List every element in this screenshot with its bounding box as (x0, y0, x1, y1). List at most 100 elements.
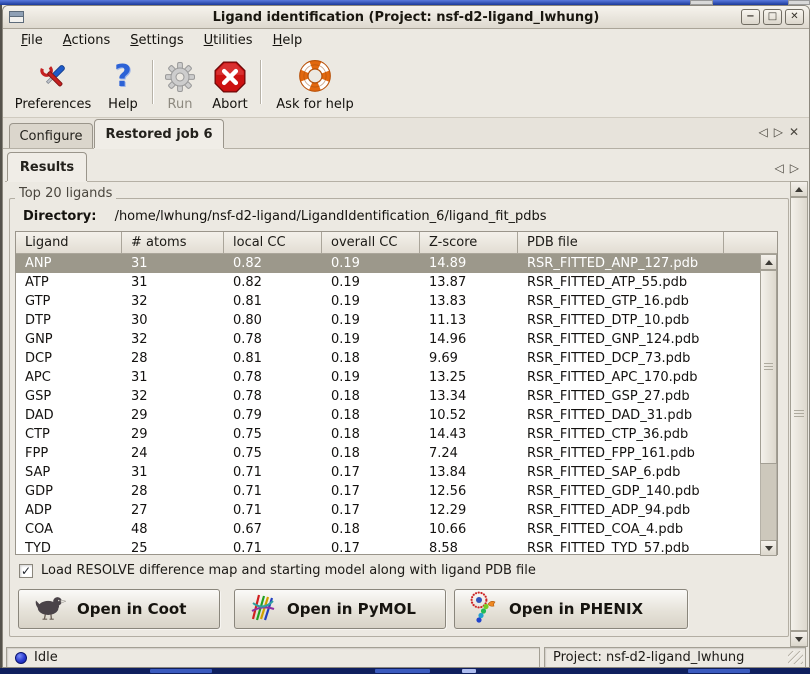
cell-z-score: 7.24 (420, 446, 518, 461)
panel-scroll-down-icon[interactable] (790, 631, 808, 647)
cell-z-score: 12.29 (420, 503, 518, 518)
cell-atoms: 28 (122, 351, 224, 366)
table-row[interactable]: ATP 31 0.82 0.19 13.87 RSR_FITTED_ATP_55… (16, 273, 760, 292)
cell-local-cc: 0.82 (224, 256, 322, 271)
cell-atoms: 32 (122, 332, 224, 347)
cell-pdb-file: RSR_FITTED_GTP_16.pdb (518, 294, 748, 309)
panel-scrollbar[interactable] (790, 181, 808, 647)
table-row[interactable]: ANP 31 0.82 0.19 14.89 RSR_FITTED_ANP_12… (16, 254, 760, 273)
table-row[interactable]: CTP 29 0.75 0.18 14.43 RSR_FITTED_CTP_36… (16, 425, 760, 444)
header-atoms[interactable]: # atoms (122, 232, 224, 254)
panel-scroll-up-icon[interactable] (790, 181, 808, 197)
stop-x-icon (213, 58, 247, 96)
cell-pdb-file: RSR_FITTED_DAD_31.pdb (518, 408, 748, 423)
scrollbar-trough[interactable] (760, 464, 777, 540)
open-in-phenix-button[interactable]: Open in PHENIX (454, 589, 688, 629)
cell-local-cc: 0.75 (224, 446, 322, 461)
cell-overall-cc: 0.19 (322, 256, 420, 271)
phenix-logo-icon (467, 590, 501, 628)
load-map-checkbox[interactable]: ✓ (19, 564, 33, 578)
cell-ligand: CTP (16, 427, 122, 442)
cell-z-score: 14.96 (420, 332, 518, 347)
table-row[interactable]: DCP 28 0.81 0.18 9.69 RSR_FITTED_DCP_73.… (16, 349, 760, 368)
close-button[interactable]: ✕ (785, 9, 804, 25)
table-scrollbar[interactable] (760, 254, 777, 556)
cell-overall-cc: 0.19 (322, 332, 420, 347)
cell-z-score: 9.69 (420, 351, 518, 366)
open-in-coot-button[interactable]: Open in Coot (18, 589, 220, 629)
results-scroll-left-icon[interactable]: ◁ (775, 162, 784, 174)
tab-results[interactable]: Results (7, 152, 87, 181)
cell-pdb-file: RSR_FITTED_DTP_10.pdb (518, 313, 748, 328)
directory-line: Directory: /home/lwhung/nsf-d2-ligand/Li… (23, 209, 547, 224)
status-text: Idle (34, 650, 58, 665)
table-row[interactable]: TYD 25 0.71 0.17 8.58 RSR_FITTED_TYD_57.… (16, 539, 760, 554)
cell-ligand: GSP (16, 389, 122, 404)
cell-pdb-file: RSR_FITTED_ADP_94.pdb (518, 503, 748, 518)
header-overall-cc[interactable]: overall CC (322, 232, 420, 254)
cell-z-score: 13.25 (420, 370, 518, 385)
cell-overall-cc: 0.18 (322, 522, 420, 537)
open-in-pymol-button[interactable]: Open in PyMOL (234, 589, 446, 629)
results-scroll-right-icon[interactable]: ▷ (790, 162, 799, 174)
table-row[interactable]: FPP 24 0.75 0.18 7.24 RSR_FITTED_FPP_161… (16, 444, 760, 463)
taskbar-item (462, 669, 476, 673)
directory-label: Directory: (23, 209, 96, 224)
table-row[interactable]: COA 48 0.67 0.18 10.66 RSR_FITTED_COA_4.… (16, 520, 760, 539)
taskbar-item (375, 669, 430, 673)
table-row[interactable]: DTP 30 0.80 0.19 11.13 RSR_FITTED_DTP_10… (16, 311, 760, 330)
tab-restored-job-6[interactable]: Restored job 6 (94, 119, 224, 148)
resize-grip[interactable] (788, 651, 803, 664)
cell-atoms: 25 (122, 541, 224, 554)
ask-for-help-button[interactable]: Ask for help (265, 52, 365, 112)
table-row[interactable]: GNP 32 0.78 0.19 14.96 RSR_FITTED_GNP_12… (16, 330, 760, 349)
cell-ligand: DAD (16, 408, 122, 423)
coot-bird-icon (31, 592, 69, 626)
cell-ligand: GDP (16, 484, 122, 499)
header-ligand[interactable]: Ligand (16, 232, 122, 254)
preferences-button[interactable]: Preferences (9, 52, 97, 112)
table-row[interactable]: APC 31 0.78 0.19 13.25 RSR_FITTED_APC_17… (16, 368, 760, 387)
group-label: Top 20 ligands (15, 186, 116, 201)
menu-actions[interactable]: Actions (53, 30, 121, 51)
scrollbar-thumb[interactable] (760, 270, 777, 464)
tab-scroll-right-icon[interactable]: ▷ (774, 126, 783, 138)
run-button[interactable]: Run (157, 52, 203, 112)
help-button[interactable]: ? Help (97, 52, 149, 112)
cell-local-cc: 0.67 (224, 522, 322, 537)
table-row[interactable]: ADP 27 0.71 0.17 12.29 RSR_FITTED_ADP_94… (16, 501, 760, 520)
titlebar[interactable]: Ligand identification (Project: nsf-d2-l… (3, 6, 809, 29)
menu-help[interactable]: Help (263, 30, 313, 51)
scroll-up-icon[interactable] (760, 254, 777, 270)
cell-pdb-file: RSR_FITTED_FPP_161.pdb (518, 446, 748, 461)
minimize-button[interactable]: − (741, 9, 760, 25)
table-row[interactable]: DAD 29 0.79 0.18 10.52 RSR_FITTED_DAD_31… (16, 406, 760, 425)
abort-button[interactable]: Abort (203, 52, 257, 112)
cell-atoms: 29 (122, 427, 224, 442)
cell-pdb-file: RSR_FITTED_CTP_36.pdb (518, 427, 748, 442)
maximize-button[interactable]: □ (763, 9, 782, 25)
toolbar-separator (152, 60, 154, 104)
cell-z-score: 8.58 (420, 541, 518, 554)
header-pdb-file[interactable]: PDB file (518, 232, 724, 254)
table-row[interactable]: GTP 32 0.81 0.19 13.83 RSR_FITTED_GTP_16… (16, 292, 760, 311)
tab-close-icon[interactable]: ✕ (789, 126, 799, 138)
header-z-score[interactable]: Z-score (420, 232, 518, 254)
table-row[interactable]: SAP 31 0.71 0.17 13.84 RSR_FITTED_SAP_6.… (16, 463, 760, 482)
table-row[interactable]: GDP 28 0.71 0.17 12.56 RSR_FITTED_GDP_14… (16, 482, 760, 501)
menu-file[interactable]: File (11, 30, 53, 51)
cell-ligand: FPP (16, 446, 122, 461)
menu-settings[interactable]: Settings (120, 30, 193, 51)
menu-utilities[interactable]: Utilities (194, 30, 263, 51)
cell-ligand: GNP (16, 332, 122, 347)
project-text: Project: nsf-d2-ligand_lwhung (553, 650, 744, 665)
question-mark-icon: ? (114, 58, 131, 96)
tab-scroll-left-icon[interactable]: ◁ (758, 126, 767, 138)
cell-atoms: 31 (122, 275, 224, 290)
scroll-down-icon[interactable] (760, 540, 777, 556)
cell-local-cc: 0.82 (224, 275, 322, 290)
tab-configure[interactable]: Configure (9, 123, 93, 148)
header-local-cc[interactable]: local CC (224, 232, 322, 254)
table-row[interactable]: GSP 32 0.78 0.18 13.34 RSR_FITTED_GSP_27… (16, 387, 760, 406)
panel-scrollbar-thumb[interactable] (790, 197, 808, 631)
